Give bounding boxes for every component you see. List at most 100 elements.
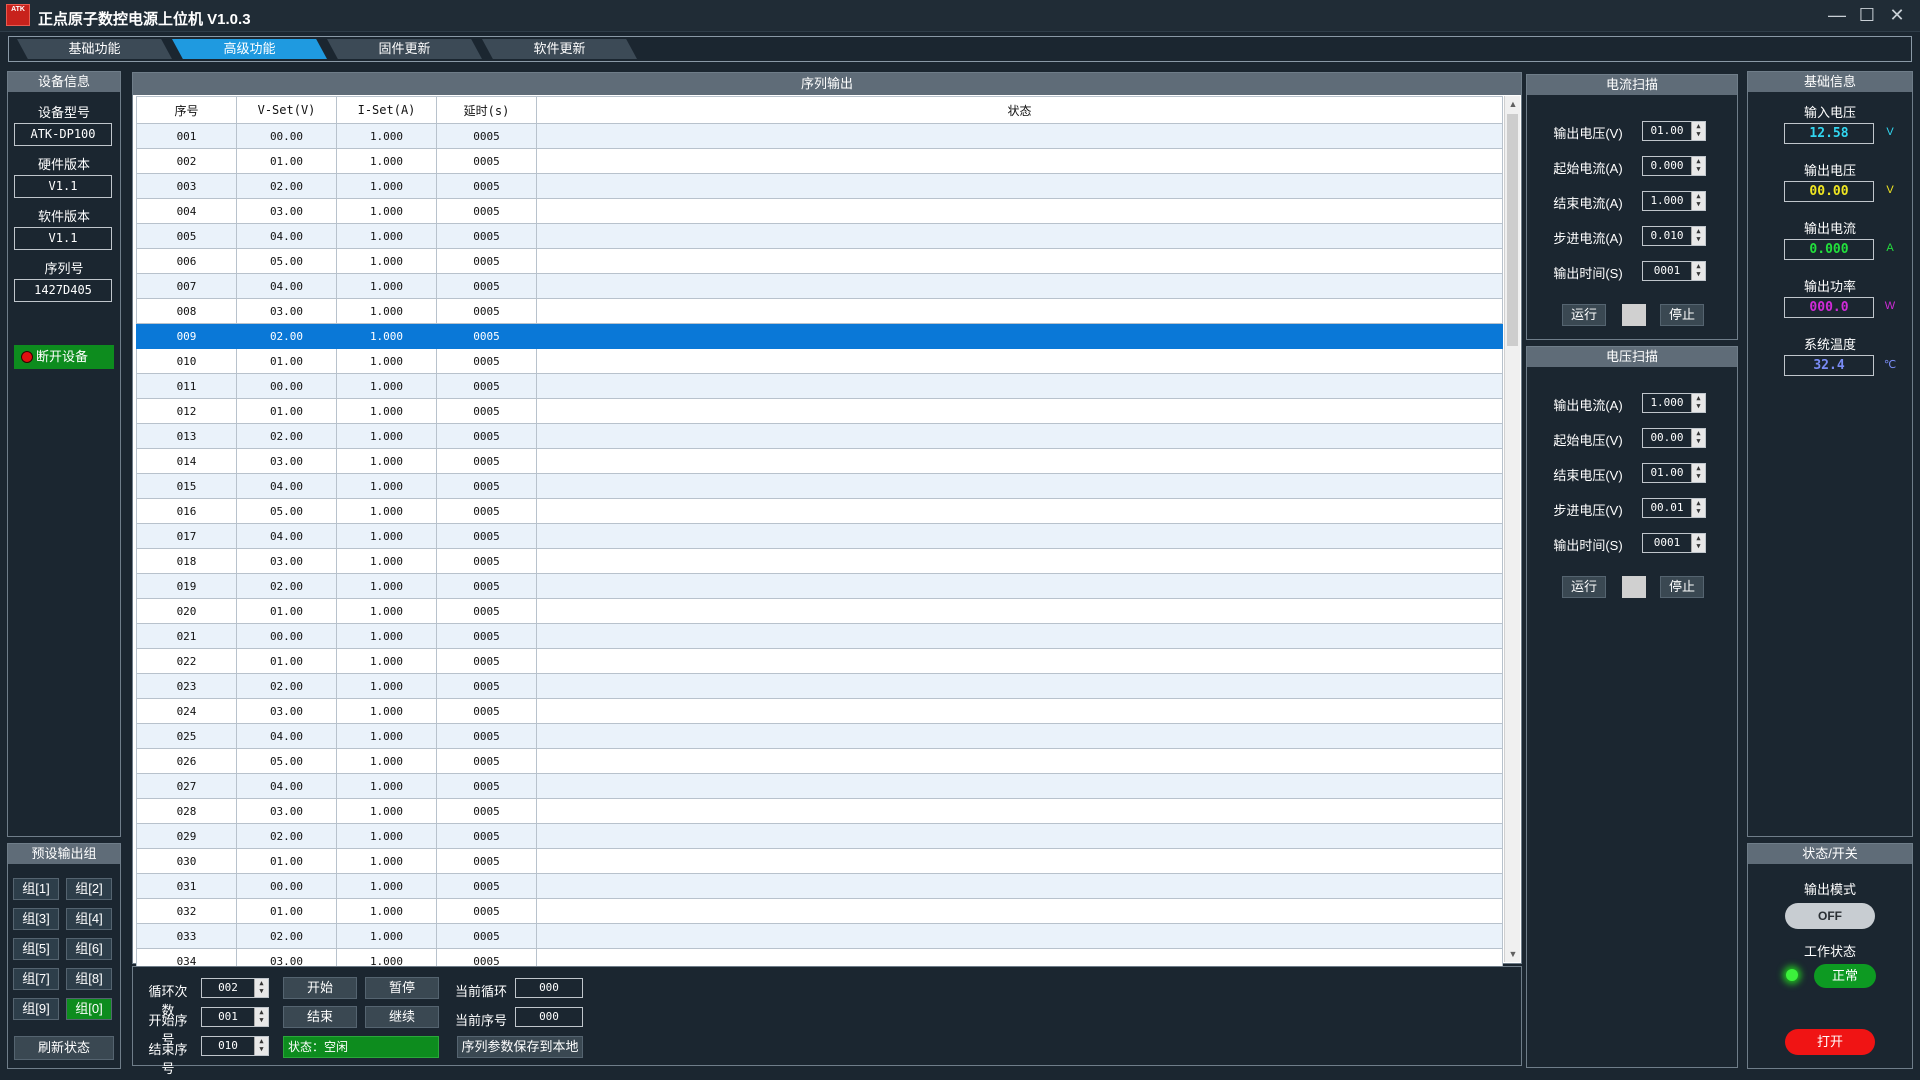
group-button-8[interactable]: 组[8]	[66, 968, 112, 990]
cell-delay[interactable]: 0005	[436, 348, 537, 374]
cell-status[interactable]	[536, 248, 1503, 274]
scroll-up-icon[interactable]: ▲	[1505, 96, 1521, 112]
cell-status[interactable]	[536, 798, 1503, 824]
cell-delay[interactable]: 0005	[436, 823, 537, 849]
cell-iset[interactable]: 1.000	[336, 598, 437, 624]
group-button-7[interactable]: 组[7]	[13, 968, 59, 990]
cell-status[interactable]	[536, 173, 1503, 199]
cell-iset[interactable]: 1.000	[336, 398, 437, 424]
disconnect-button[interactable]: 断开设备	[14, 345, 114, 369]
table-row[interactable]: 030 01.00 1.000 0005	[136, 848, 1503, 874]
table-row[interactable]: 026 05.00 1.000 0005	[136, 748, 1503, 774]
cell-delay[interactable]: 0005	[436, 523, 537, 549]
cell-status[interactable]	[536, 273, 1503, 299]
cell-vset[interactable]: 00.00	[236, 623, 337, 649]
cell-delay[interactable]: 0005	[436, 148, 537, 174]
cell-iset[interactable]: 1.000	[336, 198, 437, 224]
cell-vset[interactable]: 01.00	[236, 648, 337, 674]
spin-arrows-icon[interactable]: ▲ ▼	[1691, 499, 1705, 517]
table-row[interactable]: 023 02.00 1.000 0005	[136, 673, 1503, 699]
cell-delay[interactable]: 0005	[436, 573, 537, 599]
cell-vset[interactable]: 04.00	[236, 223, 337, 249]
pause-button[interactable]: 暂停	[365, 977, 439, 999]
table-row[interactable]: 025 04.00 1.000 0005	[136, 723, 1503, 749]
table-row[interactable]: 016 05.00 1.000 0005	[136, 498, 1503, 524]
cell-status[interactable]	[536, 873, 1503, 899]
cell-vset[interactable]: 02.00	[236, 323, 337, 349]
cell-status[interactable]	[536, 223, 1503, 249]
cell-status[interactable]	[536, 898, 1503, 924]
cell-iset[interactable]: 1.000	[336, 223, 437, 249]
table-row[interactable]: 015 04.00 1.000 0005	[136, 473, 1503, 499]
open-output-button[interactable]: 打开	[1785, 1029, 1875, 1055]
cell-delay[interactable]: 0005	[436, 698, 537, 724]
group-button-9[interactable]: 组[9]	[13, 998, 59, 1020]
cell-iset[interactable]: 1.000	[336, 573, 437, 599]
end-button[interactable]: 结束	[283, 1006, 357, 1028]
cell-iset[interactable]: 1.000	[336, 873, 437, 899]
cell-vset[interactable]: 02.00	[236, 823, 337, 849]
end-index-spinbox[interactable]: 010 ▲ ▼	[201, 1036, 269, 1056]
vs-stop-button[interactable]: 停止	[1660, 576, 1704, 598]
cell-status[interactable]	[536, 348, 1503, 374]
table-row[interactable]: 024 03.00 1.000 0005	[136, 698, 1503, 724]
cell-status[interactable]	[536, 773, 1503, 799]
close-icon[interactable]: ✕	[1882, 2, 1912, 28]
cell-delay[interactable]: 0005	[436, 623, 537, 649]
cell-iset[interactable]: 1.000	[336, 623, 437, 649]
cell-index[interactable]: 001	[136, 123, 237, 149]
maximize-icon[interactable]: ☐	[1852, 2, 1882, 28]
cs-run-button[interactable]: 运行	[1562, 304, 1606, 326]
table-row[interactable]: 003 02.00 1.000 0005	[136, 173, 1503, 199]
cell-delay[interactable]: 0005	[436, 598, 537, 624]
cell-delay[interactable]: 0005	[436, 173, 537, 199]
table-row[interactable]: 011 00.00 1.000 0005	[136, 373, 1503, 399]
cell-index[interactable]: 014	[136, 448, 237, 474]
group-button-1[interactable]: 组[1]	[13, 878, 59, 900]
cell-vset[interactable]: 01.00	[236, 398, 337, 424]
table-row[interactable]: 028 03.00 1.000 0005	[136, 798, 1503, 824]
refresh-status-button[interactable]: 刷新状态	[14, 1036, 114, 1060]
table-row[interactable]: 012 01.00 1.000 0005	[136, 398, 1503, 424]
cell-delay[interactable]: 0005	[436, 548, 537, 574]
cell-status[interactable]	[536, 723, 1503, 749]
cs-end-current-spinbox[interactable]: 1.000 ▲ ▼	[1642, 191, 1706, 211]
cell-iset[interactable]: 1.000	[336, 673, 437, 699]
cell-vset[interactable]: 00.00	[236, 873, 337, 899]
cell-index[interactable]: 022	[136, 648, 237, 674]
cell-index[interactable]: 013	[136, 423, 237, 449]
cell-vset[interactable]: 02.00	[236, 923, 337, 949]
cell-status[interactable]	[536, 523, 1503, 549]
vs-output-current-spinbox[interactable]: 1.000 ▲ ▼	[1642, 393, 1706, 413]
column-header-delay[interactable]: 延时(s)	[436, 96, 537, 124]
cell-iset[interactable]: 1.000	[336, 323, 437, 349]
table-row[interactable]: 013 02.00 1.000 0005	[136, 423, 1503, 449]
cell-index[interactable]: 020	[136, 598, 237, 624]
cell-status[interactable]	[536, 598, 1503, 624]
vs-step-voltage-spinbox[interactable]: 00.01 ▲ ▼	[1642, 498, 1706, 518]
cell-iset[interactable]: 1.000	[336, 698, 437, 724]
cell-delay[interactable]: 0005	[436, 123, 537, 149]
cell-iset[interactable]: 1.000	[336, 773, 437, 799]
cell-iset[interactable]: 1.000	[336, 373, 437, 399]
cell-iset[interactable]: 1.000	[336, 498, 437, 524]
cell-delay[interactable]: 0005	[436, 273, 537, 299]
cell-index[interactable]: 015	[136, 473, 237, 499]
group-button-0[interactable]: 组[0]	[66, 998, 112, 1020]
cell-iset[interactable]: 1.000	[336, 923, 437, 949]
cell-iset[interactable]: 1.000	[336, 748, 437, 774]
cell-delay[interactable]: 0005	[436, 798, 537, 824]
spin-arrows-icon[interactable]: ▲ ▼	[1691, 227, 1705, 245]
cell-vset[interactable]: 01.00	[236, 898, 337, 924]
cell-delay[interactable]: 0005	[436, 473, 537, 499]
spin-arrows-icon[interactable]: ▲ ▼	[1691, 262, 1705, 280]
scroll-down-icon[interactable]: ▼	[1505, 946, 1521, 962]
cell-delay[interactable]: 0005	[436, 723, 537, 749]
cell-status[interactable]	[536, 473, 1503, 499]
cell-status[interactable]	[536, 148, 1503, 174]
cell-index[interactable]: 026	[136, 748, 237, 774]
cell-iset[interactable]: 1.000	[336, 523, 437, 549]
cell-vset[interactable]: 02.00	[236, 423, 337, 449]
cell-index[interactable]: 003	[136, 173, 237, 199]
scrollbar-thumb[interactable]	[1507, 114, 1518, 346]
